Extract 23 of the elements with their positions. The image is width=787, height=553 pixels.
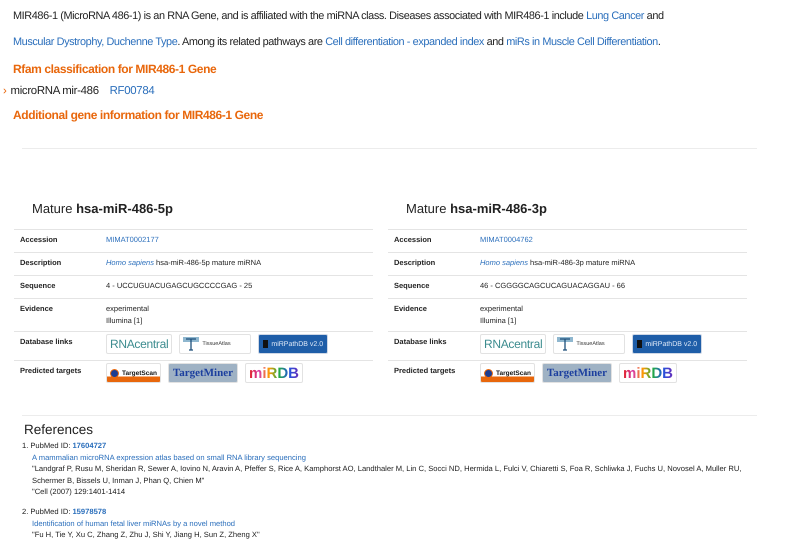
database-logo-link[interactable]: TargetMiner bbox=[542, 363, 612, 383]
gene-summary: MIR486-1 (MicroRNA 486-1) is an RNA Gene, and is affiliated with the miRNA class. Diseases associated with MIR486-1 include Lung Cancer and Muscular Dystrophy, Duchenne Type. Among its related pathways are Cell differentiation - expanded index and miRs in Muscle Cell Differentiation. bbox=[13, 9, 665, 50]
target-icon bbox=[110, 368, 119, 378]
mature-title: Mature hsa-miR-486-5p bbox=[32, 201, 174, 218]
section-heading: Additional gene information for MIR486-1 Gene bbox=[13, 108, 264, 122]
summary-link[interactable]: Lung Cancer bbox=[586, 10, 644, 22]
target-icon bbox=[484, 368, 493, 378]
database-logo-link[interactable]: RNAcentral bbox=[106, 334, 172, 354]
rfam-name: microRNA mir-486 bbox=[10, 85, 99, 97]
figure-icon bbox=[557, 337, 574, 351]
summary-link[interactable]: Muscular Dystrophy, Duchenne Type bbox=[13, 36, 178, 48]
rfam-link[interactable]: RF00784 bbox=[110, 85, 154, 97]
references-heading: References bbox=[24, 422, 94, 437]
bullet-icon: › bbox=[3, 85, 6, 97]
summary-link[interactable]: Cell differentiation - expanded index bbox=[325, 36, 484, 48]
database-logo-link[interactable]: miRDB bbox=[619, 363, 678, 383]
figure-icon bbox=[183, 337, 200, 351]
database-logo-link[interactable]: miRDB bbox=[245, 363, 304, 383]
summary-link[interactable]: miRs in Muscle Cell Differentiation bbox=[506, 36, 658, 48]
mature-title: Mature hsa-miR-486-3p bbox=[406, 201, 548, 218]
database-logo-link[interactable]: RNAcentral bbox=[480, 334, 546, 354]
database-logo-link[interactable]: TargetMiner bbox=[168, 363, 238, 383]
section-heading: Rfam classification for MIR486-1 Gene bbox=[13, 62, 218, 76]
